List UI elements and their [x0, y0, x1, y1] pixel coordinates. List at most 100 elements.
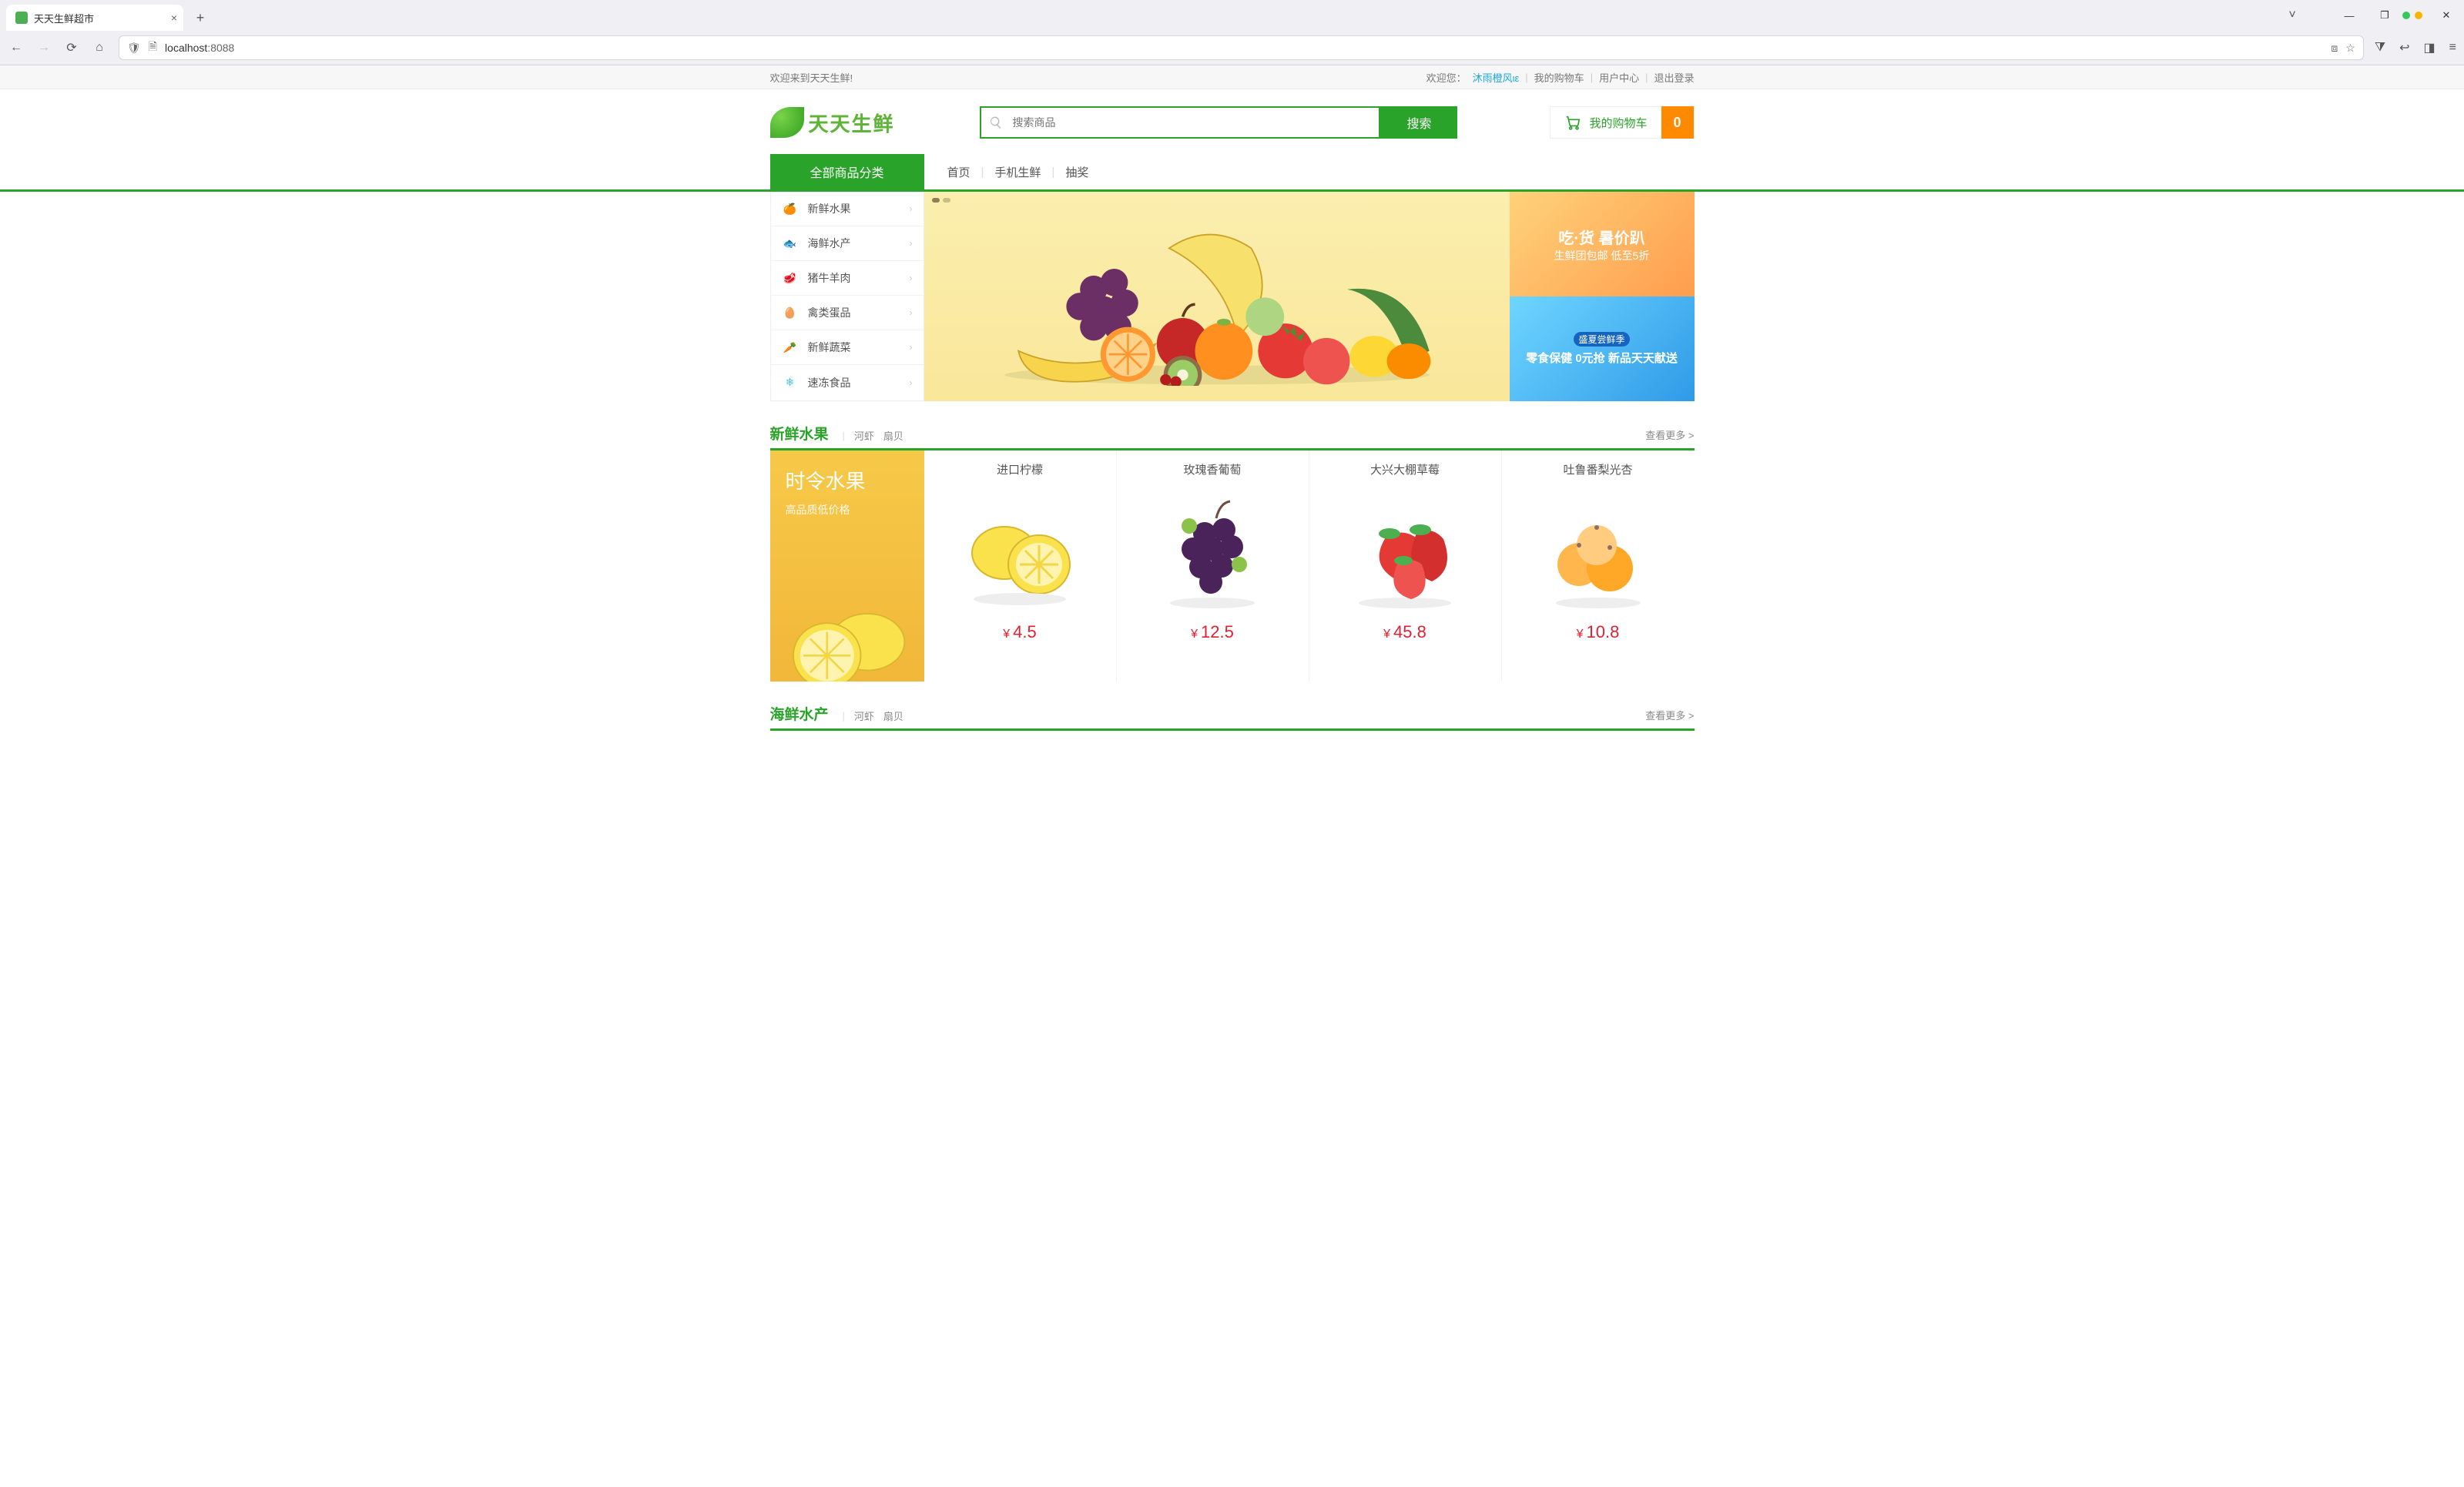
nav-lottery[interactable]: 抽奖: [1065, 164, 1088, 180]
product-name: 吐鲁番梨光杏: [1563, 461, 1632, 477]
page-info-icon: 🗎: [149, 39, 157, 57]
category-item[interactable]: 🥕 新鲜蔬菜 ›: [771, 330, 924, 365]
nav-reload-icon[interactable]: ⟳: [63, 40, 80, 55]
section-seafood: 海鲜水产 | 河虾 扇贝 查看更多 >: [770, 703, 1695, 731]
search-box: 搜索: [980, 106, 1457, 139]
utility-bar: 欢迎来到天天生鲜! 欢迎您： 沐雨橙风ιε | 我的购物车 | 用户中心 | 退…: [0, 65, 2464, 89]
tab-close-icon[interactable]: ×: [171, 12, 177, 24]
tabs-dropdown-icon[interactable]: ˅: [2284, 8, 2301, 22]
view-more-link[interactable]: 查看更多 >: [1645, 427, 1694, 442]
sub-link[interactable]: 扇贝: [883, 428, 903, 443]
browser-tab[interactable]: 天天生鲜超市 ×: [6, 5, 183, 31]
page: 欢迎来到天天生鲜! 欢迎您： 沐雨橙风ιε | 我的购物车 | 用户中心 | 退…: [0, 65, 2464, 731]
category-icon: 🥕: [782, 339, 799, 356]
product-grid: 进口柠檬¥4.5玫瑰香葡萄¥12.5大兴大棚草莓¥45.8 吐鲁番梨光杏 ¥10.8: [924, 450, 1695, 682]
toolbar-right: ⧩ ↩ ◨ ≡: [2375, 40, 2456, 55]
logo-text: 天天生鲜: [809, 109, 895, 137]
category-item[interactable]: 🍊新鲜水果›: [771, 192, 924, 226]
menu-icon[interactable]: ≡: [2449, 41, 2456, 55]
cart-button[interactable]: 我的购物车: [1550, 114, 1661, 131]
utility-right: 欢迎您： 沐雨橙风ιε | 我的购物车 | 用户中心 | 退出登录: [1426, 70, 1695, 85]
product-image: [1537, 491, 1660, 615]
category-item[interactable]: 🥚禽类蛋品›: [771, 296, 924, 330]
sep: |: [981, 166, 984, 179]
category-item[interactable]: 🐟 海鲜水产 ›: [771, 226, 924, 261]
chevron-right-icon: ›: [910, 342, 913, 353]
category-label: 猪牛羊肉: [808, 270, 851, 286]
product-image: [1151, 491, 1274, 615]
product-card[interactable]: 进口柠檬¥4.5: [924, 450, 1117, 682]
username-link[interactable]: 沐雨橙风ιε: [1473, 70, 1520, 85]
category-icon: 🐟: [782, 235, 799, 252]
section-head: 海鲜水产 | 河虾 扇贝 查看更多 >: [770, 703, 1695, 731]
search-input[interactable]: [980, 106, 1380, 139]
favicon-icon: [15, 12, 28, 24]
chevron-right-icon: ›: [910, 238, 913, 249]
url-host: localhost: [165, 42, 207, 54]
promo-top[interactable]: 吃·货 暑价趴 生鲜团包邮 低至5折: [1510, 192, 1695, 296]
product-card[interactable]: 玫瑰香葡萄¥12.5: [1117, 450, 1309, 682]
sub-link[interactable]: 河虾: [854, 708, 874, 723]
section-title: 新鲜水果: [770, 423, 829, 444]
sep: |: [1525, 72, 1527, 83]
chevron-right-icon: ›: [910, 273, 913, 283]
window-indicator: [2402, 12, 2429, 19]
section-title: 海鲜水产: [770, 703, 829, 724]
sep: |: [1645, 72, 1648, 83]
my-cart-link[interactable]: 我的购物车: [1534, 70, 1584, 85]
search-button[interactable]: 搜索: [1380, 106, 1457, 139]
chevron-right-icon: ›: [910, 307, 913, 318]
bookmark-icon[interactable]: ☆: [2345, 42, 2355, 55]
logout-link[interactable]: 退出登录: [1654, 70, 1694, 85]
hero-fruit-image: [954, 207, 1480, 385]
window-close-button[interactable]: ✕: [2429, 0, 2464, 31]
cart-label: 我的购物车: [1589, 115, 1647, 131]
nav-mobile[interactable]: 手机生鲜: [994, 164, 1041, 180]
product-card[interactable]: 大兴大棚草莓¥45.8: [1309, 450, 1502, 682]
nav-forward-icon[interactable]: →: [35, 41, 52, 55]
product-card[interactable]: 吐鲁番梨光杏 ¥10.8: [1502, 450, 1695, 682]
sub-link[interactable]: 扇贝: [883, 708, 903, 723]
site-logo[interactable]: 天天生鲜: [770, 107, 895, 138]
category-icon: 🥩: [782, 270, 799, 286]
address-bar[interactable]: 🛡 🗎 localhost:8088 ⧈ ☆: [119, 35, 2364, 60]
chevron-right-icon: ›: [910, 203, 913, 214]
sub-link[interactable]: 河虾: [854, 428, 874, 443]
section-fresh-fruit: 新鲜水果 | 河虾 扇贝 查看更多 > 时令水果 高品质低价格: [770, 423, 1695, 682]
window-minimize-button[interactable]: —: [2332, 0, 2367, 31]
category-label: 新鲜蔬菜: [808, 340, 851, 355]
hero-row: 🍊新鲜水果›🐟海鲜水产›🥩猪牛羊肉›🥚禽类蛋品›🥕新鲜蔬菜›❄速冻食品›: [770, 192, 1695, 401]
section-feature[interactable]: 时令水果 高品质低价格: [770, 450, 924, 682]
category-item[interactable]: ❄速冻食品›: [771, 365, 924, 400]
category-label: 速冻食品: [808, 375, 851, 390]
sidebar-icon[interactable]: ◨: [2424, 40, 2436, 55]
qr-icon[interactable]: ⧈: [2331, 42, 2338, 55]
product-price: ¥45.8: [1383, 622, 1426, 642]
window-controls: ˅ — ❐ ✕: [2284, 0, 2464, 31]
leaf-icon: [770, 107, 804, 138]
category-label: 海鲜水产: [808, 236, 851, 251]
feature-sub: 高品质低价格: [786, 502, 909, 517]
all-categories-button[interactable]: 全部商品分类: [770, 154, 924, 189]
chevron-right-icon: ›: [910, 377, 913, 388]
product-price: ¥10.8: [1577, 622, 1620, 642]
undo-icon[interactable]: ↩: [2399, 40, 2409, 55]
carousel-dots[interactable]: [932, 198, 950, 203]
nav-home[interactable]: 首页: [947, 164, 971, 180]
view-more-link[interactable]: 查看更多 >: [1645, 708, 1694, 722]
promo-bottom[interactable]: 盛夏尝鲜季 零食保健 0元抢 新品天天献送: [1510, 296, 1695, 401]
nav-home-icon[interactable]: ⌂: [91, 41, 108, 55]
hero-banner[interactable]: [924, 192, 1510, 401]
feature-lemon-image: [778, 581, 917, 682]
window-maximize-button[interactable]: ❐: [2367, 0, 2402, 31]
user-center-link[interactable]: 用户中心: [1599, 70, 1639, 85]
extensions-icon[interactable]: ⧩: [2375, 41, 2385, 55]
feature-title: 时令水果: [786, 466, 909, 494]
nav-back-icon[interactable]: ←: [8, 41, 25, 55]
new-tab-button[interactable]: +: [189, 7, 211, 28]
category-item[interactable]: 🥩 猪牛羊肉 ›: [771, 261, 924, 296]
section-sub: | 河虾 扇贝: [843, 708, 903, 723]
product-image: [958, 491, 1081, 615]
section-head: 新鲜水果 | 河虾 扇贝 查看更多 >: [770, 423, 1695, 450]
sep: |: [843, 710, 845, 722]
